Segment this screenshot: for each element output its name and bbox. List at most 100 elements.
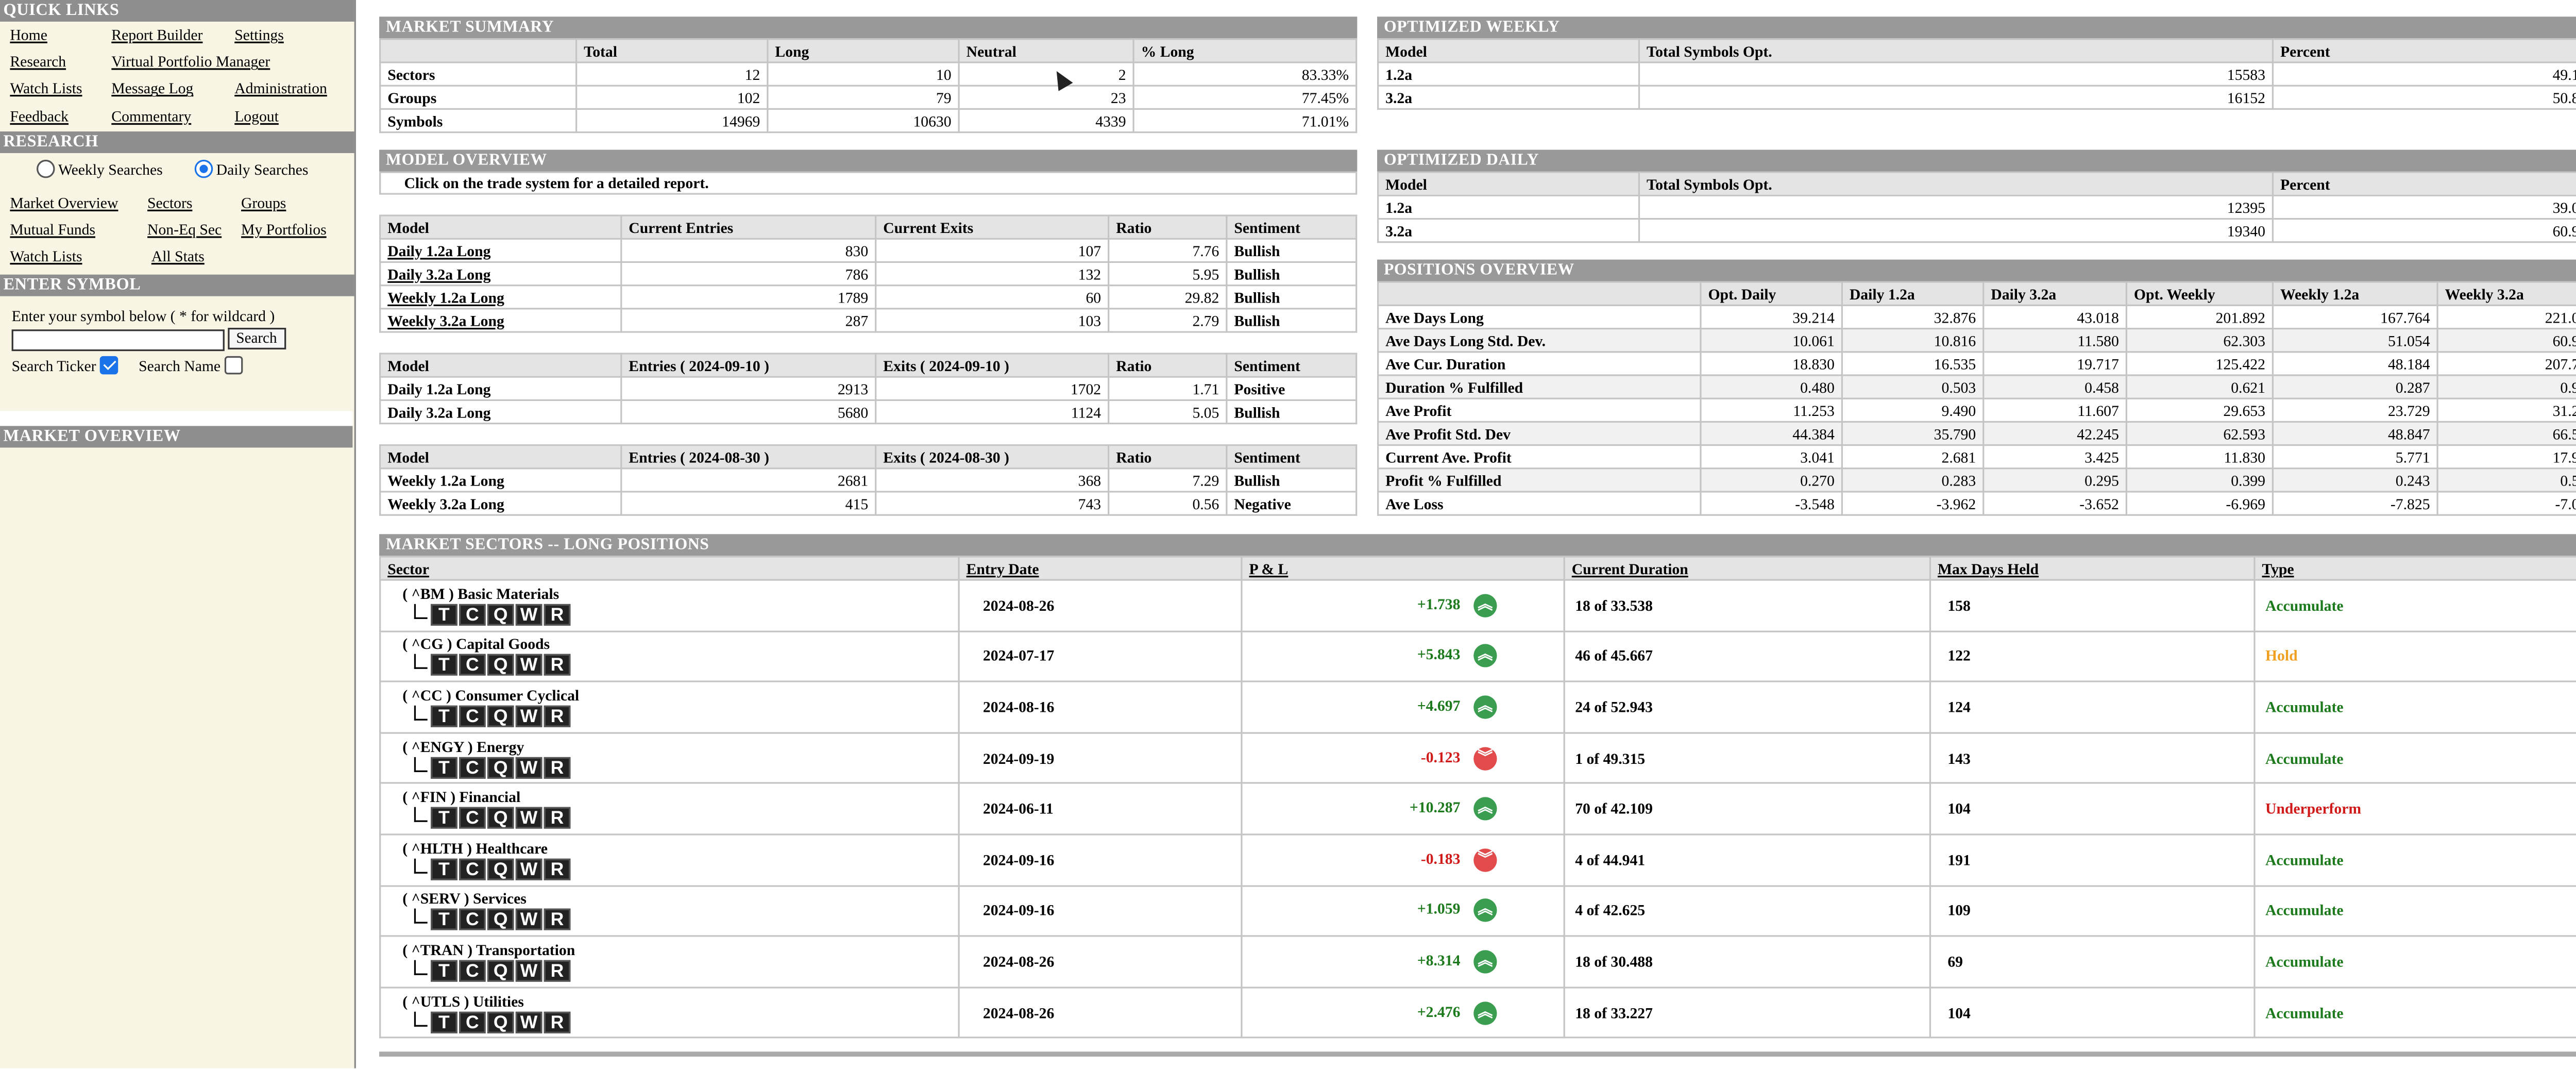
table-row: Weekly 3.2a Long 287 103 2.79 Bullish: [379, 308, 1358, 333]
link-non-eq-sec[interactable]: Non-Eq Sec: [147, 221, 241, 238]
sector-column-header[interactable]: Current Duration: [1563, 556, 1931, 581]
link-my-portfolios[interactable]: My Portfolios: [241, 221, 354, 238]
toolbar-c-button[interactable]: C: [459, 1011, 486, 1033]
toolbar-c-button[interactable]: C: [459, 858, 486, 880]
link-market-overview[interactable]: Market Overview: [10, 194, 147, 211]
column-header: Current Entries: [620, 214, 877, 240]
toolbar-w-button[interactable]: W: [515, 858, 543, 880]
toolbar-w-button[interactable]: W: [515, 705, 543, 727]
toolbar-r-button[interactable]: R: [544, 807, 571, 829]
toolbar-t-button[interactable]: T: [431, 654, 457, 676]
toolbar-w-button[interactable]: W: [515, 807, 543, 829]
table-row: Daily 1.2a Long 830 107 7.76 Bullish: [379, 238, 1358, 263]
toolbar-t-button[interactable]: T: [431, 858, 457, 880]
sort-entry-date[interactable]: Entry Date: [967, 560, 1039, 576]
toolbar-w-button[interactable]: W: [515, 960, 543, 982]
toolbar-q-button[interactable]: Q: [487, 807, 514, 829]
toolbar-r-button[interactable]: R: [544, 909, 571, 931]
sort-p-l[interactable]: P & L: [1249, 560, 1288, 576]
link-feedback[interactable]: Feedback: [10, 108, 111, 124]
sector-column-header[interactable]: Sector: [379, 556, 960, 581]
link-watch-lists[interactable]: Watch Lists: [10, 248, 151, 265]
link-watch-lists[interactable]: Watch Lists: [10, 80, 111, 97]
sector-column-header[interactable]: Max Days Held: [1929, 556, 2256, 581]
toolbar-w-button[interactable]: W: [515, 756, 543, 778]
toolbar-q-button[interactable]: Q: [487, 858, 514, 880]
toolbar-c-button[interactable]: C: [459, 654, 486, 676]
toolbar-r-button[interactable]: R: [544, 604, 571, 626]
toolbar-t-button[interactable]: T: [431, 756, 457, 778]
toolbar-q-button[interactable]: Q: [487, 604, 514, 626]
link-home[interactable]: Home: [10, 27, 111, 43]
tree-connector: [414, 960, 428, 975]
link-commentary[interactable]: Commentary: [111, 108, 234, 124]
toolbar-t-button[interactable]: T: [431, 1011, 457, 1033]
link-administration[interactable]: Administration: [234, 80, 351, 97]
toolbar-q-button[interactable]: Q: [487, 909, 514, 931]
column-header: Model: [1377, 38, 1640, 63]
column-header: Ratio: [1108, 353, 1228, 378]
toolbar-w-button[interactable]: W: [515, 1011, 543, 1033]
entry-date: 2024-08-26: [958, 579, 1243, 632]
toolbar-t-button[interactable]: T: [431, 909, 457, 931]
link-settings[interactable]: Settings: [234, 27, 351, 43]
toolbar-r-button[interactable]: R: [544, 858, 571, 880]
model-link-daily-3-2a-long[interactable]: Daily 3.2a Long: [387, 265, 490, 282]
toolbar-c-button[interactable]: C: [459, 705, 486, 727]
link-research[interactable]: Research: [10, 54, 111, 70]
toolbar-c-button[interactable]: C: [459, 960, 486, 982]
model-link-daily-1-2a-long[interactable]: Daily 1.2a Long: [387, 242, 490, 259]
sector-column-header[interactable]: Type: [2253, 556, 2576, 581]
toolbar-c-button[interactable]: C: [459, 604, 486, 626]
search-button[interactable]: Search: [228, 328, 285, 350]
link-sectors[interactable]: Sectors: [147, 194, 241, 211]
toolbar-q-button[interactable]: Q: [487, 705, 514, 727]
weekly-radio[interactable]: [37, 160, 55, 179]
sort-current-duration[interactable]: Current Duration: [1572, 560, 1688, 576]
daily-radio[interactable]: [194, 160, 213, 179]
toolbar-r-button[interactable]: R: [544, 960, 571, 982]
model-link-weekly-1-2a-long[interactable]: Weekly 1.2a Long: [387, 289, 504, 305]
market-sectors-title: MARKET SECTORS -- LONG POSITIONS: [379, 534, 2576, 556]
toolbar-t-button[interactable]: T: [431, 807, 457, 829]
sort-sector[interactable]: Sector: [387, 560, 429, 576]
toolbar-t-button[interactable]: T: [431, 604, 457, 626]
sector-column-header[interactable]: P & L: [1241, 556, 1565, 581]
toolbar-w-button[interactable]: W: [515, 909, 543, 931]
toolbar-r-button[interactable]: R: [544, 756, 571, 778]
sort-max-days-held[interactable]: Max Days Held: [1938, 560, 2039, 576]
daily-searches-option[interactable]: Daily Searches: [194, 160, 308, 179]
symbol-input[interactable]: [11, 329, 225, 351]
toolbar-r-button[interactable]: R: [544, 705, 571, 727]
model-link-weekly-3-2a-long[interactable]: Weekly 3.2a Long: [387, 312, 504, 328]
toolbar-w-button[interactable]: W: [515, 654, 543, 676]
toolbar-r-button[interactable]: R: [544, 654, 571, 676]
toolbar-t-button[interactable]: T: [431, 705, 457, 727]
link-mutual-funds[interactable]: Mutual Funds: [10, 221, 147, 238]
search-mode: Weekly Searches Daily Searches: [0, 153, 354, 186]
model-table-daily: Model Entries ( 2024-09-10 ) Exits ( 2024-…: [379, 353, 1358, 425]
link-all-stats[interactable]: All Stats: [151, 248, 248, 265]
sector-column-header[interactable]: Entry Date: [958, 556, 1243, 581]
toolbar-w-button[interactable]: W: [515, 604, 543, 626]
toolbar-q-button[interactable]: Q: [487, 756, 514, 778]
toolbar-q-button[interactable]: Q: [487, 654, 514, 676]
toolbar-c-button[interactable]: C: [459, 807, 486, 829]
sort-type[interactable]: Type: [2262, 560, 2294, 576]
link-virtual-portfolio-manager[interactable]: Virtual Portfolio Manager: [111, 54, 270, 70]
toolbar-c-button[interactable]: C: [459, 756, 486, 778]
link-report-builder[interactable]: Report Builder: [111, 27, 234, 43]
entry-date: 2024-08-26: [958, 935, 1243, 988]
weekly-searches-option[interactable]: Weekly Searches: [37, 160, 195, 179]
toolbar-r-button[interactable]: R: [544, 1011, 571, 1033]
toolbar-c-button[interactable]: C: [459, 909, 486, 931]
toolbar-t-button[interactable]: T: [431, 960, 457, 982]
link-message-log[interactable]: Message Log: [111, 80, 234, 97]
toolbar-q-button[interactable]: Q: [487, 960, 514, 982]
search-ticker-checkbox[interactable]: [99, 355, 118, 374]
link-logout[interactable]: Logout: [234, 108, 351, 124]
link-groups[interactable]: Groups: [241, 194, 354, 211]
toolbar-q-button[interactable]: Q: [487, 1011, 514, 1033]
position-type: Accumulate: [2253, 681, 2576, 733]
search-name-checkbox[interactable]: [224, 355, 243, 374]
